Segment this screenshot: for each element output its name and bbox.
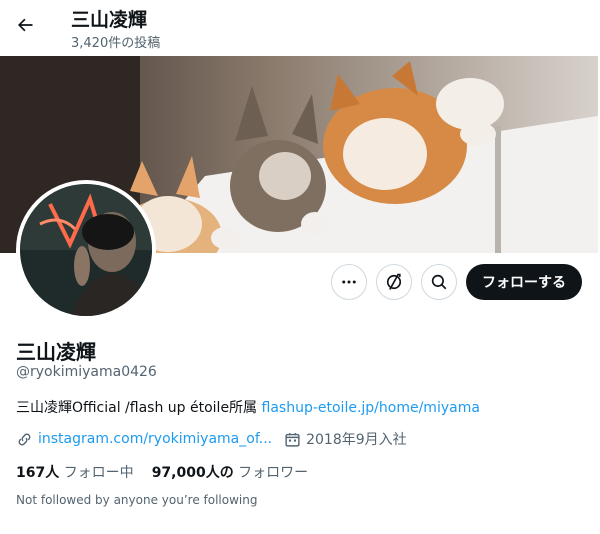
profile-stats: 167人 フォロー中 97,000人の フォロワー [16, 462, 308, 482]
bio-text: 三山凌輝Official /flash up étoile所属 [16, 400, 262, 416]
bio-link[interactable]: flashup-etoile.jp/home/miyama [262, 400, 480, 416]
profile-actions: フォローする [331, 264, 582, 300]
calendar-icon [285, 432, 300, 447]
profile-meta: instagram.com/ryokimiyama_of... 2018年9月入… [16, 429, 407, 449]
post-count: 3,420件の投稿 [71, 36, 161, 51]
page-title: 三山凌輝 [71, 9, 148, 31]
joined-date: 2018年9月入社 [306, 432, 407, 448]
arrow-left-icon [18, 18, 33, 32]
search-icon [431, 274, 447, 290]
search-button[interactable] [421, 264, 457, 300]
following-count: 167人 [16, 465, 60, 481]
followers-count: 97,000人の [151, 465, 234, 481]
following-label: フォロー中 [63, 465, 134, 481]
following-stat[interactable]: 167人 フォロー中 [16, 462, 134, 482]
website-link[interactable]: instagram.com/ryokimiyama_of... [38, 431, 272, 447]
followed-by-note: Not followed by anyone you’re following [16, 493, 258, 507]
more-button[interactable] [331, 264, 367, 300]
subscribe-icon [386, 273, 402, 290]
profile-handle: @ryokimiyama0426 [16, 364, 157, 380]
back-button[interactable] [8, 8, 42, 42]
more-icon [342, 280, 356, 284]
joined-item: 2018年9月入社 [284, 429, 407, 449]
subscribe-button[interactable] [376, 264, 412, 300]
follow-button[interactable]: フォローする [466, 264, 582, 300]
avatar[interactable] [16, 180, 156, 320]
link-icon [18, 433, 31, 445]
followers-stat[interactable]: 97,000人の フォロワー [152, 462, 308, 482]
profile-bio: 三山凌輝Official /flash up étoile所属 flashup-… [16, 397, 480, 417]
website-item: instagram.com/ryokimiyama_of... [16, 431, 272, 448]
profile-name: 三山凌輝 [16, 340, 96, 364]
avatar-image [20, 184, 152, 316]
profile-header: 三山凌輝 3,420件の投稿 [0, 0, 600, 56]
followers-label: フォロワー [238, 465, 309, 481]
